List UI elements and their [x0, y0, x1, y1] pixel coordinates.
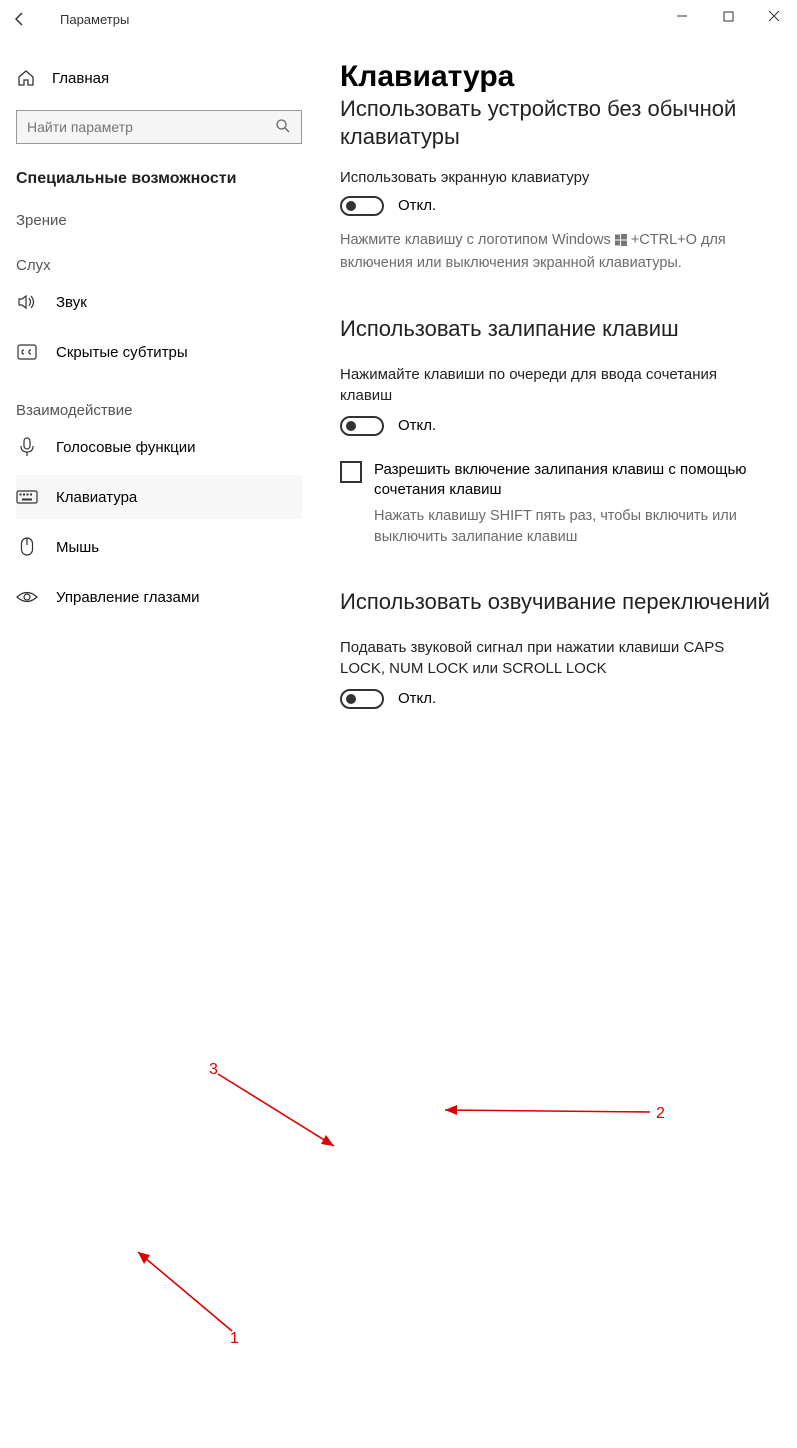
osk-toggle[interactable]: [340, 196, 384, 216]
minimize-icon: [676, 10, 688, 22]
home-icon: [16, 69, 36, 87]
minimize-button[interactable]: [659, 0, 705, 32]
section-title-toggle-keys: Использовать озвучивание переключений: [340, 589, 777, 615]
sticky-shortcut-checkbox[interactable]: [340, 461, 362, 483]
sidebar-category: Специальные возможности: [16, 170, 302, 188]
nav-item-label: Скрытые субтитры: [56, 344, 188, 361]
mouse-icon: [16, 537, 38, 557]
section-title-sticky: Использовать залипание клавиш: [340, 316, 777, 342]
nav-item-sound[interactable]: Звук: [16, 280, 302, 324]
nav-item-label: Клавиатура: [56, 489, 137, 506]
search-input[interactable]: [27, 119, 275, 135]
cc-icon: [16, 344, 38, 360]
maximize-button[interactable]: [705, 0, 751, 32]
sidebar: Главная Специальные возможности Зрение С…: [0, 38, 318, 724]
nav-item-captions[interactable]: Скрытые субтитры: [16, 330, 302, 374]
keyboard-icon: [16, 490, 38, 504]
sticky-toggle-state: Откл.: [398, 417, 436, 434]
windows-logo-icon: [615, 232, 627, 253]
nav-item-keyboard[interactable]: Клавиатура: [16, 475, 302, 519]
section-title-osk-cut-top: Использовать устройство без обычной: [340, 96, 777, 122]
nav-group-hearing: Слух: [16, 257, 302, 274]
annotation-arrow-2: [0, 724, 797, 1448]
eye-icon: [16, 590, 38, 604]
search-icon: [275, 118, 291, 137]
nav-group-interaction: Взаимодействие: [16, 402, 302, 419]
osk-toggle-state: Откл.: [398, 197, 436, 214]
nav-group-vision: Зрение: [16, 212, 302, 229]
nav-item-label: Голосовые функции: [56, 439, 196, 456]
arrow-left-icon: [12, 11, 28, 27]
mic-icon: [16, 437, 38, 457]
nav-item-mouse[interactable]: Мышь: [16, 525, 302, 569]
window-title: Параметры: [40, 12, 129, 27]
toggle-keys-state: Откл.: [398, 690, 436, 707]
nav-item-label: Мышь: [56, 539, 99, 556]
sticky-shortcut-hint: Нажать клавишу SHIFT пять раз, чтобы вкл…: [374, 506, 777, 547]
sticky-toggle[interactable]: [340, 416, 384, 436]
toggle-keys-toggle[interactable]: [340, 689, 384, 709]
osk-hint: Нажмите клавишу с логотипом Windows +CTR…: [340, 230, 750, 274]
annotation-number-2: 2: [656, 1105, 665, 1123]
nav-item-label: Управление глазами: [56, 589, 200, 606]
nav-home[interactable]: Главная: [16, 58, 302, 98]
search-box[interactable]: [16, 110, 302, 144]
close-icon: [768, 10, 780, 22]
main-content: Клавиатура Использовать устройство без о…: [318, 38, 797, 724]
annotation-arrow-3: [0, 724, 797, 1448]
annotation-arrow-1: [0, 724, 797, 1448]
page-title: Клавиатура: [340, 60, 777, 94]
nav-item-label: Звук: [56, 294, 87, 311]
nav-item-speech[interactable]: Голосовые функции: [16, 425, 302, 469]
close-button[interactable]: [751, 0, 797, 32]
section-title-osk-cut-bottom: клавиатуры: [340, 124, 777, 150]
sticky-shortcut-label: Разрешить включение залипания клавиш с п…: [374, 460, 754, 501]
annotation-number-3: 3: [209, 1061, 218, 1079]
sticky-desc: Нажимайте клавиши по очереди для ввода с…: [340, 364, 760, 406]
nav-home-label: Главная: [52, 70, 109, 87]
speaker-icon: [16, 293, 38, 311]
toggle-keys-desc: Подавать звуковой сигнал при нажатии кла…: [340, 637, 760, 679]
maximize-icon: [723, 11, 734, 22]
titlebar: Параметры: [0, 0, 797, 38]
annotation-number-1: 1: [230, 1330, 239, 1348]
window-controls: [659, 0, 797, 32]
back-button[interactable]: [0, 0, 40, 38]
nav-item-eye-control[interactable]: Управление глазами: [16, 575, 302, 619]
osk-toggle-label: Использовать экранную клавиатуру: [340, 169, 777, 186]
